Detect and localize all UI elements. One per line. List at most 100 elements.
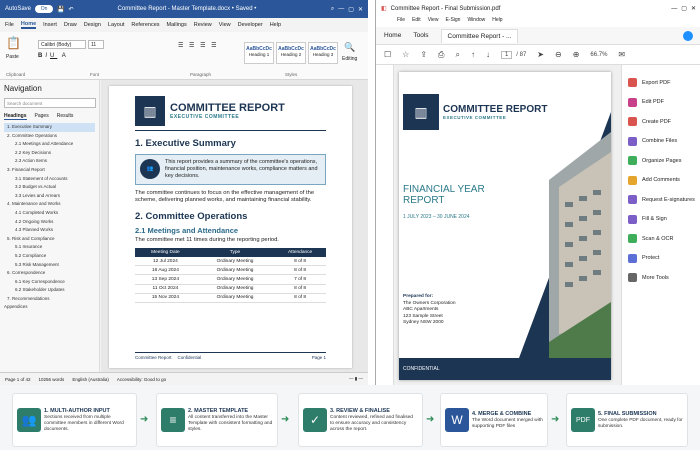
- tool-item[interactable]: Protect: [622, 249, 700, 269]
- nav-heading-item[interactable]: 2.3 Action Items: [4, 157, 95, 166]
- tool-item[interactable]: More Tools: [622, 268, 700, 288]
- pdf-close-icon[interactable]: ✕: [691, 5, 696, 12]
- editing-button[interactable]: Editing: [342, 56, 357, 62]
- tool-item[interactable]: Scan & OCR: [622, 229, 700, 249]
- pdf-menu-e-sign[interactable]: E-Sign: [445, 17, 460, 27]
- pdf-tab-document[interactable]: Committee Report - ...: [440, 28, 519, 43]
- status-accessibility[interactable]: Accessibility: Good to go: [117, 377, 166, 382]
- pdf-tab-home[interactable]: Home: [384, 32, 401, 39]
- save-icon[interactable]: 💾: [57, 6, 64, 13]
- status-page[interactable]: Page 1 of 42: [5, 377, 31, 382]
- zoom-out-icon[interactable]: ⊖: [555, 50, 562, 59]
- zoom-in-icon[interactable]: ⊕: [573, 50, 580, 59]
- nav-heading-item[interactable]: 5.1 Insurance: [4, 243, 95, 252]
- document-page[interactable]: ▥ COMMITTEE REPORT EXECUTIVE COMMITTEE 1…: [109, 86, 352, 368]
- upload-icon[interactable]: ⇪: [420, 50, 427, 59]
- pdf-cover-page[interactable]: ▥ COMMITTEE REPORT EXECUTIVE COMMITTEE F…: [399, 72, 611, 380]
- status-language[interactable]: English (Australia): [72, 377, 109, 382]
- editing-icon[interactable]: 🔍: [344, 42, 355, 53]
- nav-heading-item[interactable]: 4.2 Ongoing Works: [4, 218, 95, 227]
- tab-draw[interactable]: Draw: [64, 22, 77, 28]
- undo-icon[interactable]: ↶: [69, 6, 74, 13]
- nav-search-input[interactable]: Search document: [4, 98, 96, 108]
- font-name-select[interactable]: Calibri (Body): [38, 40, 86, 49]
- search-icon[interactable]: ⌕: [331, 6, 334, 13]
- select-cursor-icon[interactable]: ➤: [537, 50, 544, 59]
- zoom-value[interactable]: 66.7%: [590, 52, 607, 58]
- nav-heading-item[interactable]: 6.2 Stakeholder Updates: [4, 286, 95, 295]
- print-icon[interactable]: ⎙: [438, 50, 444, 60]
- tool-item[interactable]: Add Comments: [622, 171, 700, 191]
- nav-heading-item[interactable]: 4. Maintenance and Works: [4, 200, 95, 209]
- nav-heading-item[interactable]: 3.2 Budget vs Actual: [4, 183, 95, 192]
- pdf-menu-edit[interactable]: Edit: [412, 17, 421, 27]
- nav-heading-item[interactable]: 2.2 Key Decisions: [4, 149, 95, 158]
- maximize-icon[interactable]: ▢: [348, 6, 354, 13]
- nav-heading-item[interactable]: 5. Risk and Compliance: [4, 235, 95, 244]
- zoom-slider[interactable]: — ▮ —: [349, 376, 363, 382]
- paste-icon[interactable]: 📋: [6, 36, 21, 50]
- nav-tab-headings[interactable]: Headings: [4, 113, 27, 120]
- status-words[interactable]: 10256 words: [39, 377, 65, 382]
- nav-heading-item[interactable]: 4.3 Planned Works: [4, 226, 95, 235]
- nav-tab-results[interactable]: Results: [57, 113, 74, 120]
- prev-page-icon[interactable]: ↑: [471, 50, 475, 59]
- tab-review[interactable]: Review: [194, 22, 212, 28]
- nav-heading-item[interactable]: 1. Executive Summary: [4, 123, 95, 132]
- pdf-maximize-icon[interactable]: ▢: [681, 5, 687, 12]
- tab-design[interactable]: Design: [84, 22, 101, 28]
- pdf-menu-view[interactable]: View: [428, 17, 439, 27]
- nav-heading-item[interactable]: 3. Financial Report: [4, 166, 95, 175]
- next-page-icon[interactable]: ↓: [486, 50, 490, 59]
- tool-item[interactable]: Fill & Sign: [622, 210, 700, 230]
- tab-insert[interactable]: Insert: [43, 22, 57, 28]
- style-heading-2[interactable]: AaBbCcDc Heading 2: [276, 42, 306, 64]
- tab-file[interactable]: File: [5, 22, 14, 28]
- tool-item[interactable]: Organize Pages: [622, 151, 700, 171]
- nav-heading-item[interactable]: 6.1 Key Correspondence: [4, 278, 95, 287]
- font-size-select[interactable]: 11: [88, 40, 104, 49]
- find-icon[interactable]: ⌕: [455, 50, 459, 60]
- nav-heading-item[interactable]: 2. Committee Operations: [4, 132, 95, 141]
- nav-heading-item[interactable]: 5.2 Compliance: [4, 252, 95, 261]
- pdf-menu-window[interactable]: Window: [467, 17, 485, 27]
- tab-view[interactable]: View: [219, 22, 231, 28]
- tab-references[interactable]: References: [131, 22, 159, 28]
- tool-item[interactable]: Request E-signatures: [622, 190, 700, 210]
- tab-layout[interactable]: Layout: [108, 22, 125, 28]
- tool-item[interactable]: Edit PDF: [622, 93, 700, 113]
- pdf-menu-help[interactable]: Help: [492, 17, 502, 27]
- tool-item[interactable]: Create PDF: [622, 112, 700, 132]
- paste-button[interactable]: Paste: [6, 54, 19, 60]
- minimize-icon[interactable]: —: [338, 6, 344, 12]
- style-heading-3[interactable]: AaBbCcDc Heading 3: [308, 42, 338, 64]
- close-icon[interactable]: ✕: [358, 6, 363, 13]
- tab-developer[interactable]: Developer: [238, 22, 263, 28]
- pdf-minimize-icon[interactable]: —: [671, 6, 677, 12]
- tab-help[interactable]: Help: [270, 22, 281, 28]
- nav-heading-item[interactable]: 3.1 Statement of Accounts: [4, 175, 95, 184]
- tab-mailings[interactable]: Mailings: [167, 22, 187, 28]
- page-number-input[interactable]: 1: [500, 50, 513, 59]
- nav-tab-pages[interactable]: Pages: [35, 113, 49, 120]
- sign-in-icon[interactable]: [683, 30, 693, 41]
- style-heading-1[interactable]: AaBbCcDc Heading 1: [244, 42, 274, 64]
- share-icon[interactable]: ✉: [618, 50, 625, 59]
- nav-heading-item[interactable]: 7. Recommendations: [4, 295, 95, 304]
- star-icon[interactable]: ☆: [402, 50, 409, 59]
- nav-heading-item[interactable]: 5.3 Risk Management: [4, 261, 95, 270]
- tab-home[interactable]: Home: [20, 21, 37, 29]
- nav-heading-item[interactable]: 4.1 Completed Works: [4, 209, 95, 218]
- tool-item[interactable]: Combine Files: [622, 132, 700, 152]
- paragraph-buttons[interactable]: ☰ ☰ ☰ ☰: [178, 42, 219, 49]
- nav-heading-item[interactable]: 2.1 Meetings and Attendance: [4, 140, 95, 149]
- nav-heading-item[interactable]: Appendices: [4, 303, 95, 312]
- pdf-tab-tools[interactable]: Tools: [413, 32, 428, 39]
- nav-heading-item[interactable]: 6. Correspondence: [4, 269, 95, 278]
- pdf-menu-file[interactable]: File: [397, 17, 405, 27]
- font-format-buttons[interactable]: BIU A: [38, 53, 69, 59]
- nav-heading-item[interactable]: 3.3 Levies and Arrears: [4, 192, 95, 201]
- bookmark-icon[interactable]: ☐: [384, 50, 391, 59]
- tool-item[interactable]: Export PDF: [622, 73, 700, 93]
- autosave-toggle[interactable]: On: [35, 5, 54, 13]
